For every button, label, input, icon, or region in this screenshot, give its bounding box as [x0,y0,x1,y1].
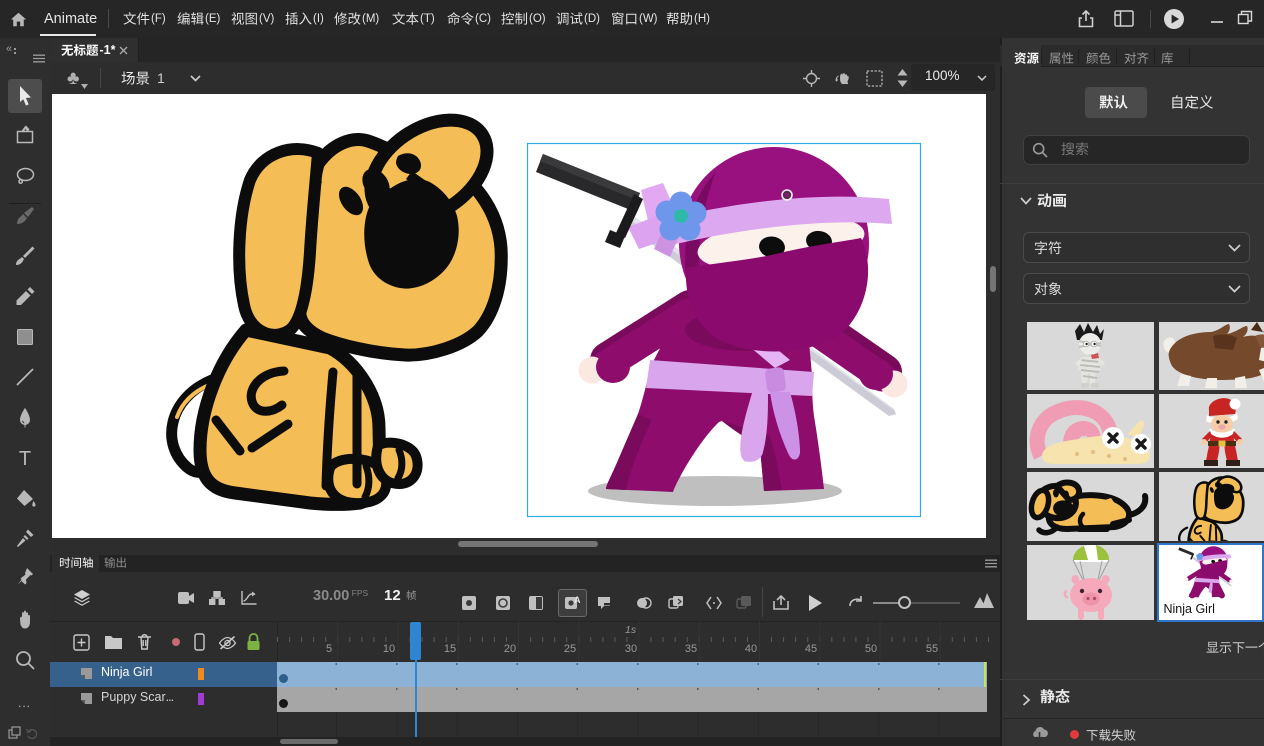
svg-text:A: A [574,595,580,605]
svg-text:T: T [19,448,31,470]
